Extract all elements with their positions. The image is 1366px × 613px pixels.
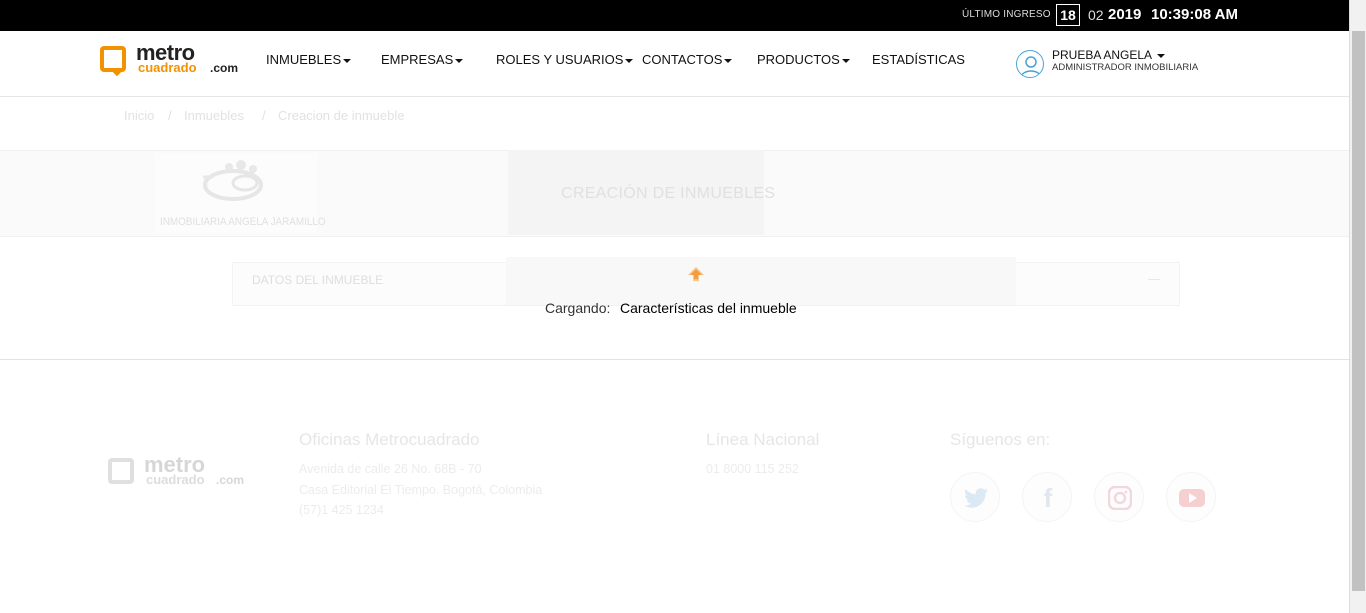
caret-down-icon xyxy=(455,58,464,63)
section-title: DATOS DEL INMUEBLE xyxy=(252,273,384,287)
user-menu[interactable]: PRUEBA ANGELA ADMINISTRADOR INMOBILIARIA xyxy=(1016,48,1216,82)
instagram-icon[interactable] xyxy=(1094,472,1144,522)
scrollbar-thumb[interactable] xyxy=(1352,31,1365,591)
nav-item-estadisticas[interactable]: ESTADÍSTICAS xyxy=(872,52,965,67)
nav-item-inmuebles[interactable]: INMUEBLES xyxy=(266,52,352,67)
nav-item-roles-usuarios[interactable]: ROLES Y USUARIOS xyxy=(496,52,634,67)
footer-social-title: Síguenos en: xyxy=(950,430,1051,449)
footer-office-line: Casa Editorial El Tiempo. Bogotá, Colomb… xyxy=(299,483,543,497)
loading-label: Cargando: xyxy=(545,300,611,316)
site-logo[interactable]: metro cuadrado .com xyxy=(100,40,240,80)
top-bar: ÚLTIMO INGRESO 18 02 2019 10:39:08 AM xyxy=(0,0,1366,31)
caret-down-icon xyxy=(625,58,634,63)
page-scrollbar[interactable] xyxy=(1349,0,1366,613)
nav-item-productos[interactable]: PRODUCTOS xyxy=(757,52,850,67)
last-login-label: ÚLTIMO INGRESO xyxy=(962,9,1051,20)
footer-divider xyxy=(0,359,1349,360)
page-title: CREACIÓN DE INMUEBLES xyxy=(561,185,776,202)
nav-item-empresas[interactable]: EMPRESAS xyxy=(381,52,464,67)
footer-logo: metro cuadrado .com xyxy=(108,452,248,492)
company-logo-icon xyxy=(203,160,263,201)
main-header: metro cuadrado .com INMUEBLES EMPRESAS R… xyxy=(0,31,1349,97)
footer-offices-title: Oficinas Metrocuadrado xyxy=(299,430,480,449)
youtube-icon[interactable] xyxy=(1166,472,1216,522)
twitter-icon[interactable] xyxy=(950,472,1000,522)
nav-item-contactos[interactable]: CONTACTOS xyxy=(642,52,733,67)
caret-down-icon xyxy=(724,58,733,63)
breadcrumb-inmuebles[interactable]: Inmuebles xyxy=(184,108,244,123)
last-login-time: 10:39:08 AM xyxy=(1151,6,1238,23)
caret-down-icon xyxy=(841,58,850,63)
breadcrumb-home[interactable]: Inicio xyxy=(124,108,154,123)
caret-down-icon xyxy=(343,58,352,63)
footer-office-line: Avenida de calle 26 No. 68B - 70 xyxy=(299,462,482,476)
loading-spinner-icon xyxy=(688,267,704,281)
logo-word-com: .com xyxy=(210,61,239,75)
breadcrumb-current: Creacion de inmueble xyxy=(278,108,405,123)
facebook-icon[interactable]: f xyxy=(1022,472,1072,522)
breadcrumb-separator: / xyxy=(262,108,266,123)
user-name: PRUEBA ANGELA xyxy=(1052,48,1165,62)
caret-down-icon xyxy=(1156,53,1165,58)
section-loading-panel xyxy=(506,257,1016,305)
collapse-icon[interactable] xyxy=(1148,279,1160,280)
last-login-year: 2019 xyxy=(1108,6,1142,23)
last-login-day: 18 xyxy=(1056,4,1080,26)
user-role: ADMINISTRADOR INMOBILIARIA xyxy=(1052,62,1199,73)
loading-status-text: Características del inmueble xyxy=(620,300,797,316)
footer-office-line: (57)1 425 1234 xyxy=(299,503,384,517)
logo-mark-icon xyxy=(100,46,126,72)
footer-national-phone: 01 8000 115 252 xyxy=(706,462,799,476)
user-avatar-icon xyxy=(1016,50,1044,78)
footer-national-title: Línea Nacional xyxy=(706,430,820,449)
company-name: INMOBILIARIA ANGELA JARAMILLO xyxy=(160,216,326,228)
last-login-month: 02 xyxy=(1088,7,1104,23)
logo-word-cuadrado: cuadrado xyxy=(138,60,197,75)
breadcrumb-separator: / xyxy=(168,108,172,123)
